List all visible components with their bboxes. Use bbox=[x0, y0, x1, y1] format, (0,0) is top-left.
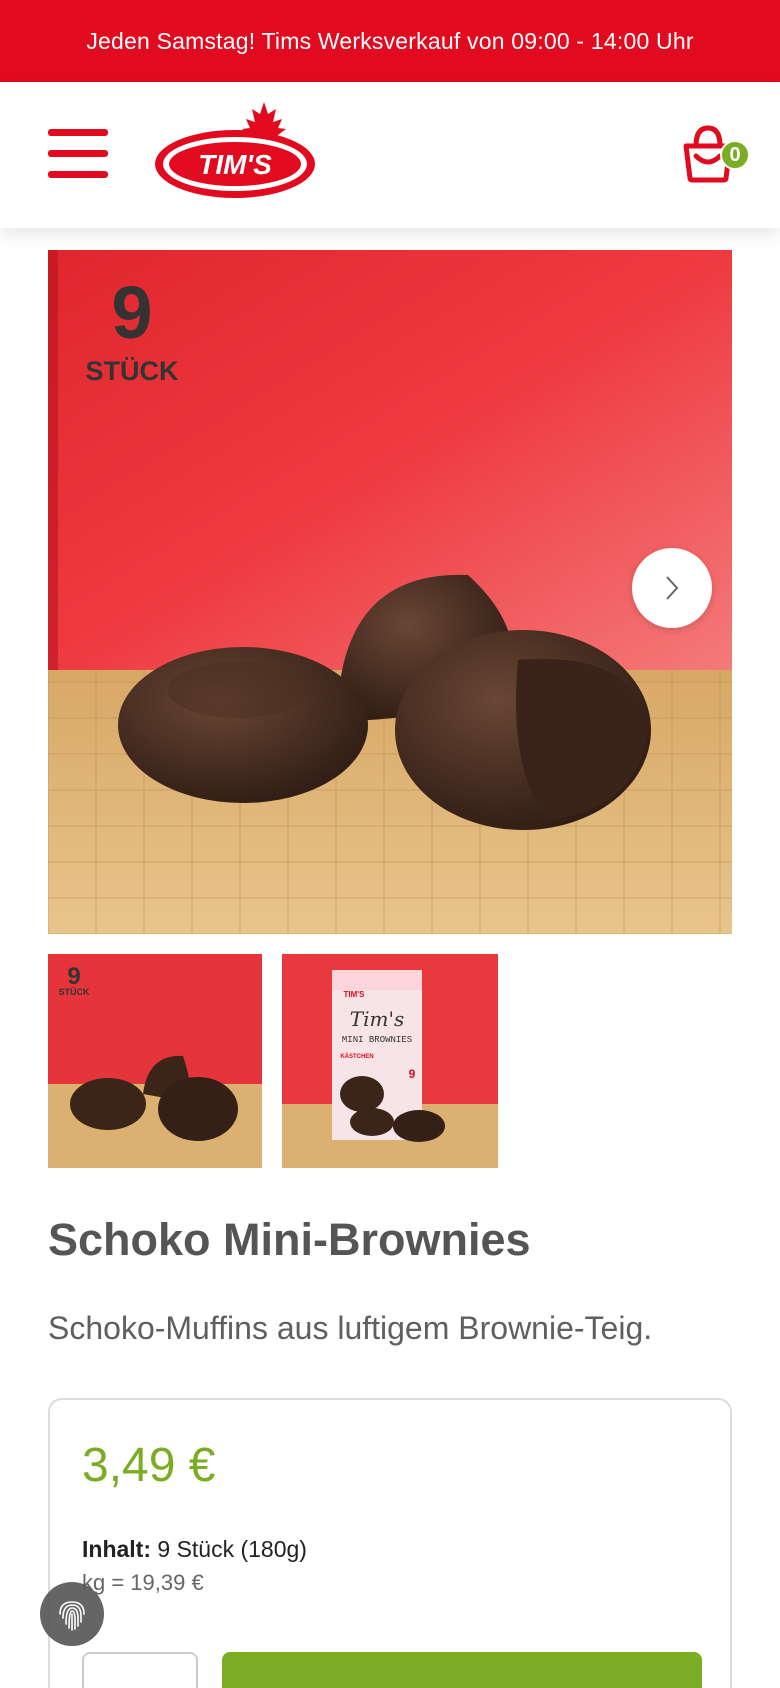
logo-text: TIM'S bbox=[198, 149, 272, 180]
promo-text: Jeden Samstag! Tims Werksverkauf von 09:… bbox=[86, 27, 694, 54]
privacy-settings-button[interactable] bbox=[40, 1582, 104, 1646]
site-header: TIM'S 0 bbox=[0, 82, 780, 228]
purchase-box: 3,49 € Inhalt: 9 Stück (180g) kg = 19,39… bbox=[48, 1398, 732, 1688]
chevron-right-icon bbox=[666, 576, 679, 600]
promo-bar: Jeden Samstag! Tims Werksverkauf von 09:… bbox=[0, 0, 780, 82]
package-flavor: KÄSTCHEN bbox=[340, 1053, 373, 1060]
badge-number: 9 bbox=[111, 271, 152, 354]
thumbnail-1[interactable]: 9 STÜCK bbox=[48, 954, 262, 1168]
cart-count-badge: 0 bbox=[720, 140, 750, 170]
unit-price: kg = 19,39 € bbox=[82, 1570, 204, 1595]
cart-button[interactable]: 0 bbox=[678, 122, 750, 188]
package-brand: TIM'S bbox=[343, 990, 365, 999]
hamburger-menu-icon[interactable] bbox=[48, 129, 108, 181]
content-label: Inhalt: bbox=[82, 1536, 151, 1562]
product-title: Schoko Mini-Brownies bbox=[48, 1214, 531, 1265]
package-count: 9 bbox=[409, 1067, 416, 1081]
quantity-select[interactable] bbox=[82, 1652, 198, 1688]
add-to-cart-button[interactable] bbox=[222, 1652, 702, 1688]
package-product: MINI BROWNIES bbox=[342, 1035, 412, 1045]
content-info: Inhalt: 9 Stück (180g) bbox=[82, 1536, 307, 1563]
fingerprint-icon bbox=[59, 1601, 85, 1631]
product-subtitle: Schoko-Muffins aus luftigem Brownie-Teig… bbox=[48, 1310, 653, 1346]
content-value: 9 Stück (180g) bbox=[151, 1536, 307, 1562]
package-script: Tim's bbox=[350, 1007, 404, 1031]
product-price: 3,49 € bbox=[82, 1439, 216, 1492]
brownie-photo: 9 STÜCK bbox=[48, 250, 732, 934]
product-main-image[interactable]: 9 STÜCK bbox=[48, 250, 732, 934]
badge-unit: STÜCK bbox=[86, 356, 179, 386]
thumb-badge-number: 9 bbox=[67, 963, 80, 990]
next-image-button[interactable] bbox=[632, 548, 712, 628]
brand-logo[interactable]: TIM'S bbox=[152, 100, 318, 202]
thumb-badge-unit: STÜCK bbox=[59, 987, 90, 997]
thumbnail-2[interactable]: TIM'S Tim's MINI BROWNIES KÄSTCHEN 9 bbox=[282, 954, 498, 1168]
